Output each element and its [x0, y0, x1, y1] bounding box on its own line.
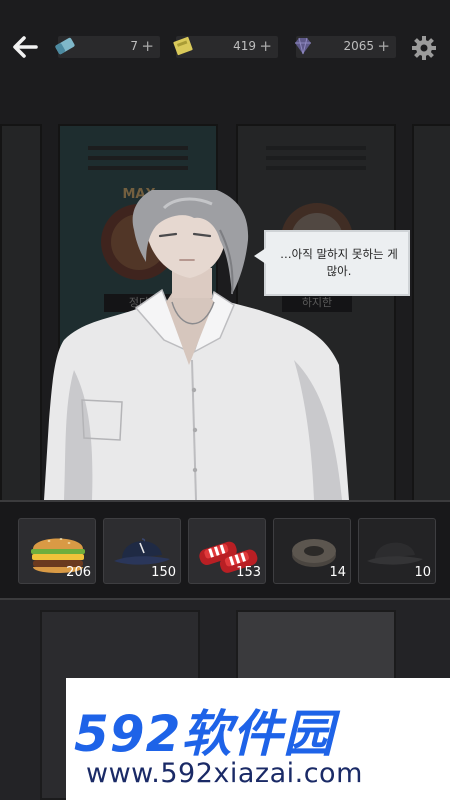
resource-ticket-value: 419	[233, 39, 256, 53]
speech-bubble-tail	[254, 248, 266, 264]
gem-icon	[295, 37, 311, 55]
ticket-icon	[173, 36, 193, 56]
watermark-brand: 592软件园	[74, 705, 335, 763]
eraser-icon	[55, 37, 75, 55]
resource-gem: 2065 +	[295, 36, 396, 58]
resource-ticket: 419 +	[173, 36, 278, 58]
resource-eraser: 7 +	[55, 36, 160, 58]
speech-bubble: …아직 말하지 못하는 게 많아.	[254, 230, 410, 296]
resource-gem-add-button[interactable]: +	[377, 37, 390, 55]
resource-ticket-add-button[interactable]: +	[259, 37, 272, 55]
watermark-url: www.592xiazai.com	[86, 758, 363, 789]
back-arrow-icon[interactable]	[10, 34, 40, 60]
resource-gem-value: 2065	[343, 39, 374, 53]
top-bar: 7 + 419 + 2065 +	[0, 0, 450, 100]
locked-item-2[interactable]: 10	[358, 518, 436, 584]
locked-item-1[interactable]: 14	[273, 518, 351, 584]
cap-item[interactable]: 150	[103, 518, 181, 584]
locked-item-2-count: 10	[414, 565, 431, 580]
gear-icon[interactable]	[410, 34, 438, 62]
slippers-item-count: 153	[236, 565, 261, 580]
dialogue-text: …아직 말하지 못하는 게 많아.	[280, 247, 398, 278]
resource-eraser-add-button[interactable]: +	[141, 37, 154, 55]
resource-eraser-value: 7	[130, 39, 138, 53]
burger-item-count: 206	[66, 565, 91, 580]
locked-item-1-count: 14	[329, 565, 346, 580]
item-tray: 206 150 153 14 10	[0, 500, 450, 600]
burger-item[interactable]: 206	[18, 518, 96, 584]
slippers-item[interactable]: 153	[188, 518, 266, 584]
cap-item-count: 150	[151, 565, 176, 580]
